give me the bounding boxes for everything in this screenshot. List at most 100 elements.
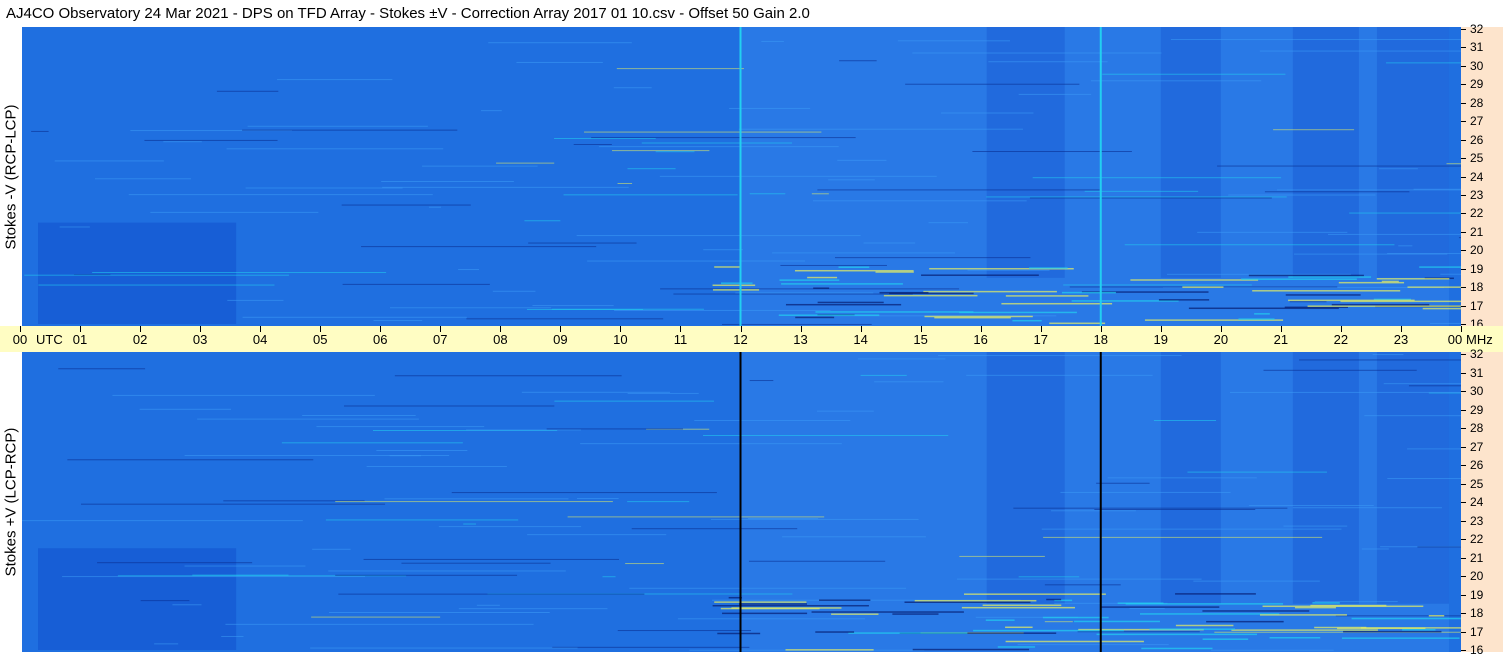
interference-streak	[338, 593, 645, 595]
low-band-activity	[717, 632, 761, 635]
time-tick-label: 05	[312, 332, 328, 347]
freq-tick	[1461, 502, 1466, 503]
interference-streak	[1197, 231, 1348, 233]
interference-streak	[627, 168, 676, 170]
interference-streak	[150, 211, 319, 213]
freq-tick-label: 27	[1470, 114, 1484, 129]
low-band-activity	[739, 603, 808, 605]
low-band-activity	[1231, 629, 1378, 631]
low-band-activity	[963, 593, 1106, 595]
interference-streak	[748, 560, 886, 562]
freq-tick	[1461, 391, 1466, 392]
interference-streak	[1077, 631, 1200, 633]
freq-tick	[1461, 613, 1466, 614]
low-band-activity	[819, 599, 871, 601]
freq-tick	[1461, 305, 1466, 307]
low-band-activity	[1141, 647, 1213, 650]
interference-streak	[24, 274, 289, 276]
time-tick-label: 20	[1213, 332, 1229, 347]
low-band-activity	[1101, 606, 1220, 608]
low-band-activity	[838, 266, 870, 268]
interference-streak	[722, 323, 872, 325]
low-band-activity	[1096, 633, 1258, 636]
low-band-activity	[1248, 274, 1364, 277]
interference-streak	[1417, 546, 1461, 548]
interference-streak	[341, 204, 471, 206]
interference-streak	[1387, 478, 1461, 480]
interference-streak	[527, 534, 667, 536]
low-band-activity	[1202, 638, 1249, 640]
interference-streak	[163, 141, 202, 143]
freq-tick	[1461, 594, 1466, 596]
low-band-activity	[1252, 290, 1401, 292]
interference-streak	[216, 90, 279, 92]
interference-streak	[1364, 415, 1461, 417]
interference-streak	[221, 635, 244, 637]
low-band-activity	[1402, 629, 1436, 631]
interference-streak	[1383, 383, 1461, 385]
interference-streak	[247, 125, 428, 127]
interference-streak	[97, 562, 253, 564]
interference-streak	[1044, 621, 1073, 623]
interference-streak	[972, 151, 1132, 153]
interference-streak	[197, 418, 419, 420]
interference-streak	[81, 503, 386, 505]
time-tick-label: 11	[673, 332, 688, 347]
interference-streak	[521, 391, 671, 393]
low-band-activity	[1149, 628, 1236, 630]
interference-streak	[659, 175, 937, 177]
interference-streak	[466, 318, 664, 320]
interference-streak	[816, 410, 874, 412]
time-tick-label: 03	[192, 332, 208, 347]
vertical-marker-18	[1099, 352, 1102, 652]
bottom-panel-ylabel: Stokes +V (LCP-RCP)	[0, 352, 22, 652]
interference-streak	[1060, 491, 1231, 493]
interference-streak	[1153, 420, 1217, 422]
freq-tick	[1461, 539, 1466, 540]
interference-streak	[361, 246, 597, 248]
interference-streak	[703, 249, 744, 251]
interference-streak	[591, 137, 856, 139]
interference-streak	[128, 194, 433, 196]
freq-tick-label: 26	[1470, 458, 1484, 472]
interference-streak	[329, 612, 550, 614]
interference-streak	[1051, 510, 1136, 512]
interference-streak	[761, 40, 784, 42]
interference-streak	[532, 305, 614, 307]
interference-streak	[488, 42, 632, 44]
interference-streak	[1018, 576, 1080, 578]
interference-streak	[466, 429, 582, 431]
interference-streak	[1094, 509, 1256, 511]
interference-streak	[312, 548, 351, 550]
low-band-activity	[892, 613, 939, 615]
interference-streak	[342, 283, 490, 285]
low-band-activity	[1288, 276, 1372, 278]
time-tick-label: 00	[12, 332, 28, 347]
freq-tick	[1461, 557, 1466, 559]
low-band-activity	[1074, 620, 1160, 623]
interference-streak	[1386, 62, 1461, 64]
interference-streak	[629, 587, 907, 589]
interference-streak	[748, 518, 819, 520]
interference-streak	[58, 368, 146, 370]
low-band-activity	[1259, 614, 1347, 616]
interference-streak	[1273, 129, 1355, 131]
top-panel-ylabel: Stokes -V (RCP-LCP)	[0, 27, 22, 326]
low-band-activity	[781, 283, 903, 285]
low-band-activity	[875, 271, 914, 273]
low-band-activity	[778, 314, 880, 316]
low-band-activity	[848, 632, 968, 634]
time-unit-label: UTC	[36, 332, 63, 347]
interference-streak	[837, 159, 887, 161]
freq-tick-label: 24	[1470, 495, 1484, 509]
interference-streak	[1090, 80, 1262, 82]
interference-streak	[860, 374, 907, 376]
interference-streak	[463, 523, 476, 525]
freq-tick-label: 31	[1470, 40, 1484, 55]
bottom-frequency-axis: 16 17 18 19 20 21 22 23 24 25 26 27 28 29 30 31 32	[1461, 348, 1503, 656]
interference-streak	[59, 226, 90, 228]
interference-streak	[184, 565, 306, 567]
low-band-activity	[1012, 319, 1042, 322]
interference-streak	[631, 528, 798, 530]
time-tick-label: 18	[1093, 332, 1108, 347]
